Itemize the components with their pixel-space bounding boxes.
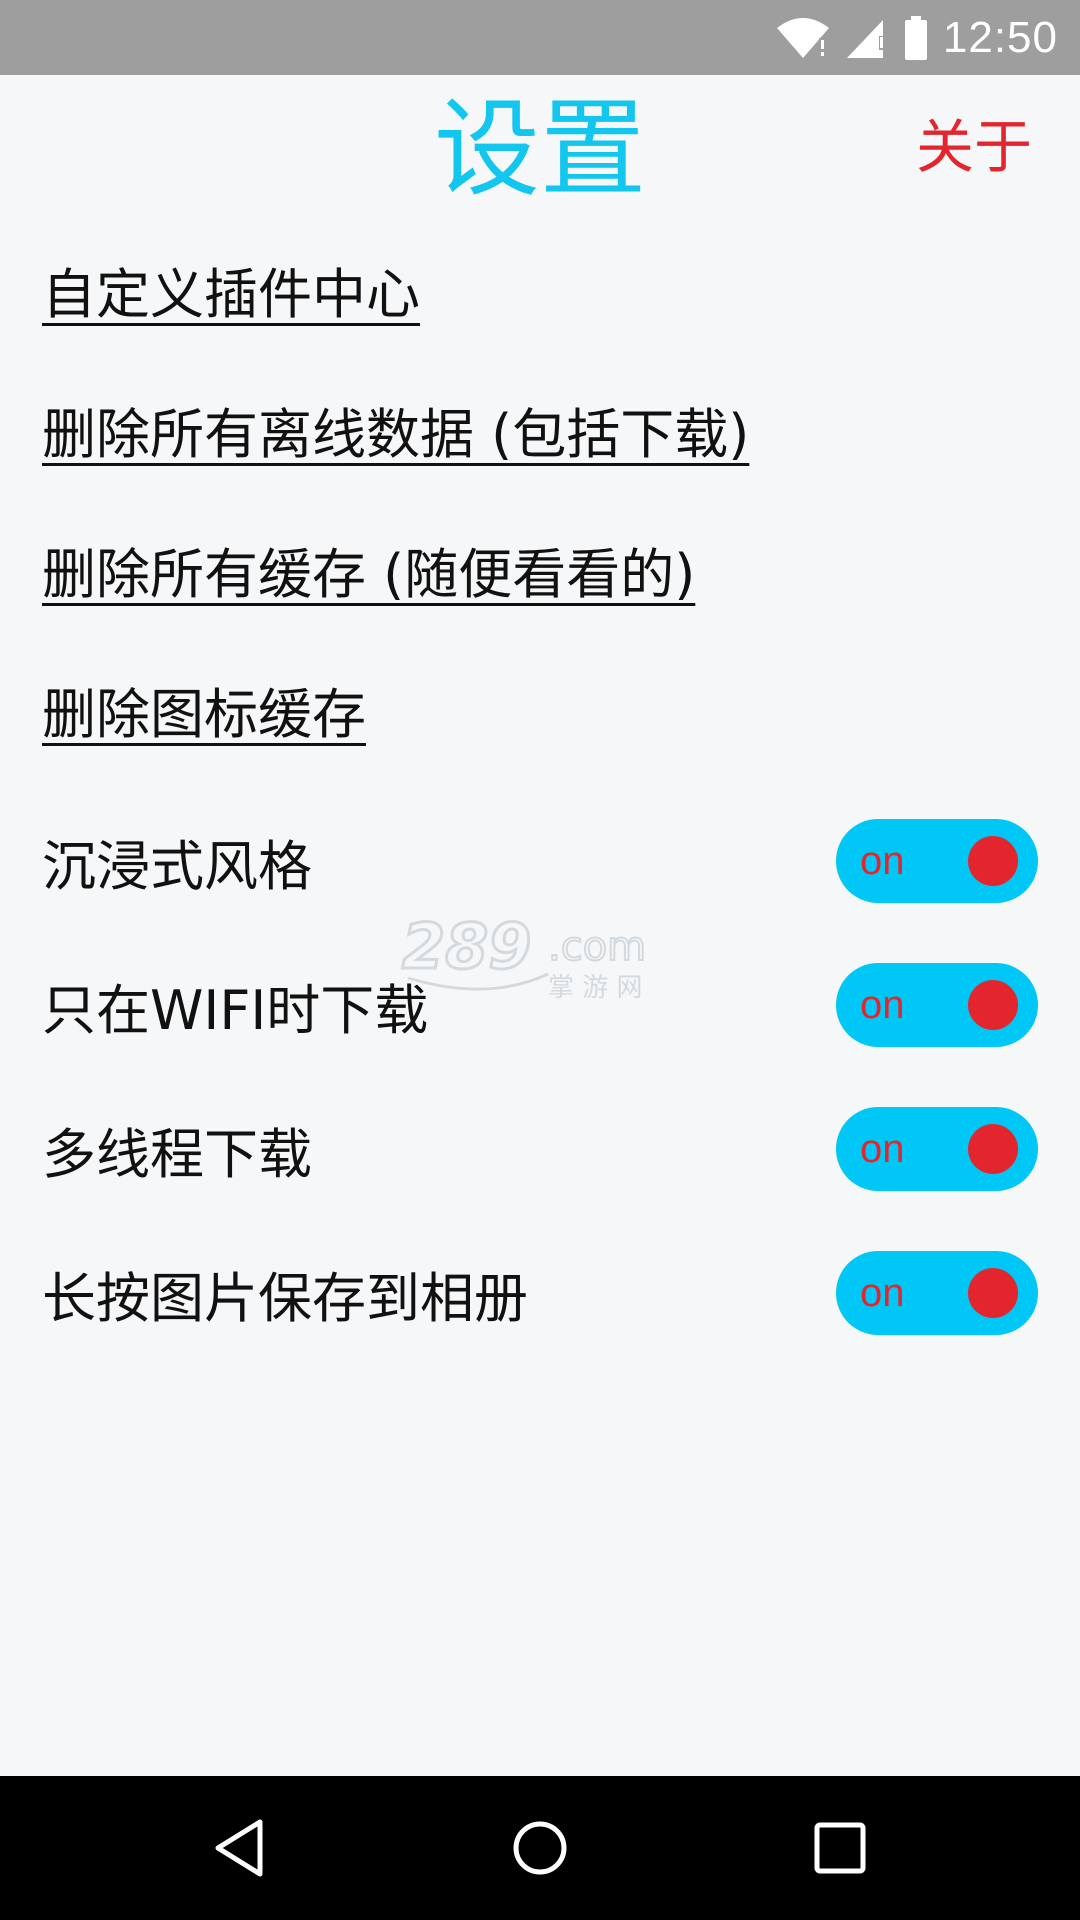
switch-state-text: on bbox=[860, 839, 905, 883]
switch-state-text: on bbox=[860, 983, 905, 1027]
toggle-label: 只在WIFI时下载 bbox=[42, 979, 429, 1042]
status-bar: 12:50 bbox=[0, 0, 1080, 75]
long-press-save-image-switch[interactable]: on bbox=[836, 1251, 1038, 1335]
immersive-style-switch[interactable]: on bbox=[836, 819, 1038, 903]
toggle-label: 沉浸式风格 bbox=[42, 835, 312, 898]
switch-knob bbox=[968, 836, 1018, 886]
status-time: 12:50 bbox=[942, 12, 1058, 62]
switch-state-text: on bbox=[860, 1127, 905, 1171]
navigation-bar bbox=[0, 1776, 1080, 1920]
toggle-row-multithread: 多线程下载 on bbox=[0, 1083, 1080, 1227]
header: 设置 关于 bbox=[0, 75, 1080, 225]
back-icon bbox=[212, 1818, 268, 1878]
back-button[interactable] bbox=[204, 1812, 276, 1884]
svg-text:掌 游 网: 掌 游 网 bbox=[548, 973, 643, 1002]
about-button[interactable]: 关于 bbox=[916, 113, 1032, 183]
wifi-icon bbox=[775, 16, 831, 60]
svg-text:.com: .com bbox=[548, 924, 646, 970]
wifi-only-download-switch[interactable]: on bbox=[836, 963, 1038, 1047]
delete-icon-cache-link[interactable]: 删除图标缓存 bbox=[42, 645, 1042, 785]
toggle-label: 长按图片保存到相册 bbox=[42, 1267, 528, 1330]
settings-toggles: 沉浸式风格 on 只在WIFI时下载 on 多线程下载 on 长按图片保存到相册… bbox=[0, 795, 1080, 1371]
delete-all-cache-link[interactable]: 删除所有缓存 (随便看看的) bbox=[42, 505, 1042, 645]
recents-icon bbox=[812, 1820, 868, 1876]
switch-state-text: on bbox=[860, 1271, 905, 1315]
battery-icon bbox=[903, 15, 929, 60]
watermark-logo: 289 .com 掌 游 网 bbox=[398, 909, 684, 1004]
switch-knob bbox=[968, 980, 1018, 1030]
svg-text:289: 289 bbox=[402, 912, 531, 983]
multithread-download-switch[interactable]: on bbox=[836, 1107, 1038, 1191]
custom-plugin-center-link[interactable]: 自定义插件中心 bbox=[42, 225, 1042, 365]
signal-icon bbox=[845, 16, 889, 60]
settings-links: 自定义插件中心 删除所有离线数据 (包括下载) 删除所有缓存 (随便看看的) 删… bbox=[42, 225, 1042, 785]
toggle-label: 多线程下载 bbox=[42, 1123, 312, 1186]
switch-knob bbox=[968, 1124, 1018, 1174]
recents-button[interactable] bbox=[804, 1812, 876, 1884]
status-icons: 12:50 bbox=[775, 0, 1058, 75]
home-icon bbox=[510, 1818, 570, 1878]
toggle-row-save-image: 长按图片保存到相册 on bbox=[0, 1227, 1080, 1371]
switch-knob bbox=[968, 1268, 1018, 1318]
delete-offline-data-link[interactable]: 删除所有离线数据 (包括下载) bbox=[42, 365, 1042, 505]
home-button[interactable] bbox=[504, 1812, 576, 1884]
